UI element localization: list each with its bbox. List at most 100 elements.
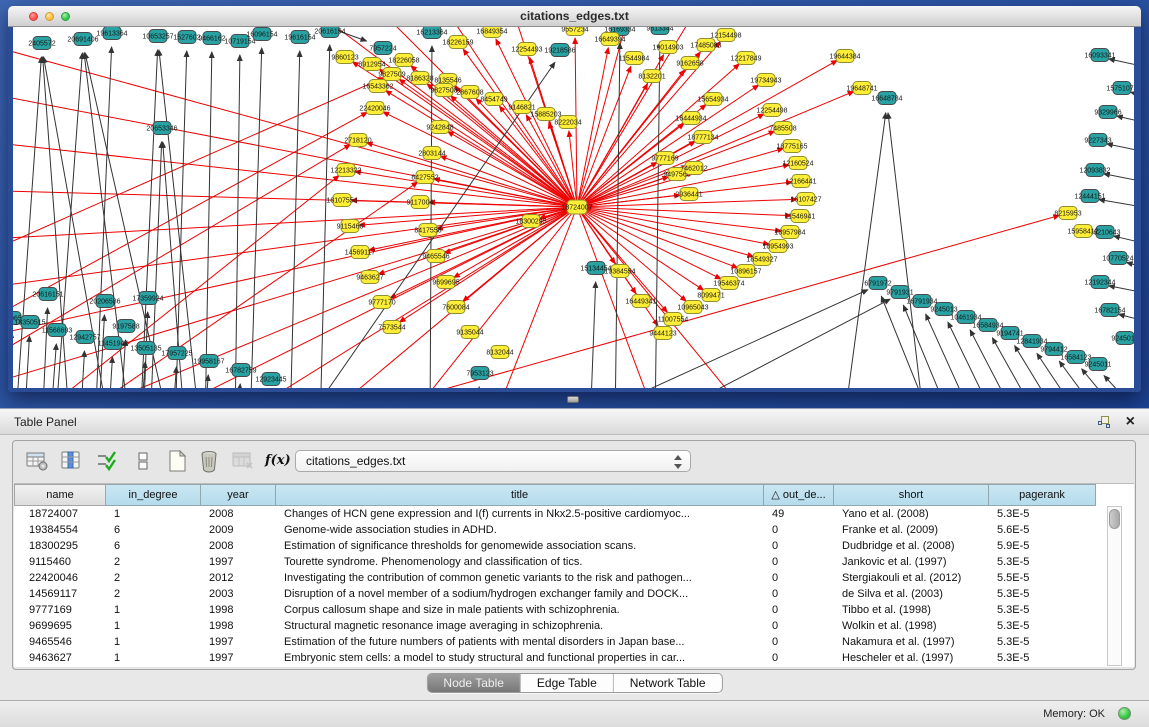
new-column-icon[interactable] bbox=[165, 449, 189, 473]
table-cell[interactable]: de Silva et al. (2003) bbox=[834, 586, 989, 602]
table-cell[interactable]: 2008 bbox=[201, 506, 276, 522]
network-window-titlebar[interactable]: citations_edges.txt bbox=[8, 6, 1141, 27]
table-cell[interactable]: Tourette syndrome. Phenomenology and cla… bbox=[276, 554, 764, 570]
table-cell[interactable]: 1998 bbox=[201, 618, 276, 634]
table-cell[interactable]: 5.3E-5 bbox=[989, 634, 1096, 650]
table-row[interactable]: 969969511998Structural magnetic resonanc… bbox=[14, 618, 1134, 634]
scrollbar-thumb[interactable] bbox=[1109, 509, 1120, 529]
split-divider-handle[interactable] bbox=[567, 396, 579, 403]
delete-table-icon[interactable] bbox=[231, 449, 255, 473]
column-header-5[interactable]: short bbox=[834, 484, 989, 506]
table-cell[interactable]: 0 bbox=[764, 602, 834, 618]
table-row[interactable]: 946554611997Estimation of the future num… bbox=[14, 634, 1134, 650]
table-cell[interactable]: 1 bbox=[106, 650, 201, 666]
table-cell[interactable]: Genome-wide association studies in ADHD. bbox=[276, 522, 764, 538]
table-cell[interactable]: 5.3E-5 bbox=[989, 650, 1096, 666]
table-cell[interactable]: Investigating the contribution of common… bbox=[276, 570, 764, 586]
table-cell[interactable]: 1997 bbox=[201, 554, 276, 570]
tab-network-table[interactable]: Network Table bbox=[613, 674, 722, 692]
table-cell[interactable]: Disruption of a novel member of a sodium… bbox=[276, 586, 764, 602]
table-cell[interactable]: 5.6E-5 bbox=[989, 522, 1096, 538]
table-cell[interactable]: 1997 bbox=[201, 634, 276, 650]
table-row[interactable]: 977716911998Corpus callosum shape and si… bbox=[14, 602, 1134, 618]
table-cell[interactable]: 2 bbox=[106, 586, 201, 602]
function-builder-icon[interactable]: f(x) bbox=[265, 449, 289, 473]
table-cell[interactable]: 2003 bbox=[201, 586, 276, 602]
table-cell[interactable]: Changes of HCN gene expression and I(f) … bbox=[276, 506, 764, 522]
table-cell[interactable]: 9463627 bbox=[14, 650, 106, 666]
table-cell[interactable]: 9699695 bbox=[14, 618, 106, 634]
table-cell[interactable]: 5.3E-5 bbox=[989, 586, 1096, 602]
table-cell[interactable]: 0 bbox=[764, 634, 834, 650]
delete-column-icon[interactable] bbox=[197, 449, 221, 473]
table-cell[interactable]: Jankovic et al. (1997) bbox=[834, 554, 989, 570]
table-cell[interactable]: 14569117 bbox=[14, 586, 106, 602]
table-cell[interactable]: 0 bbox=[764, 586, 834, 602]
select-columns-icon[interactable] bbox=[95, 449, 119, 473]
citation-network-graph[interactable]: 2405572206914061961336410653257152760294… bbox=[13, 27, 1134, 388]
column-header-6[interactable]: pagerank bbox=[989, 484, 1096, 506]
table-cell[interactable]: 9777169 bbox=[14, 602, 106, 618]
column-header-3[interactable]: title bbox=[276, 484, 764, 506]
table-row[interactable]: 2242004622012Investigating the contribut… bbox=[14, 570, 1134, 586]
maximize-window-button[interactable] bbox=[61, 12, 70, 21]
table-mode-icon[interactable] bbox=[25, 449, 49, 473]
table-cell[interactable]: 18300295 bbox=[14, 538, 106, 554]
table-row[interactable]: 946362711997Embryonic stem cells: a mode… bbox=[14, 650, 1134, 666]
table-cell[interactable]: Nakamura et al. (1997) bbox=[834, 634, 989, 650]
table-cell[interactable]: 0 bbox=[764, 554, 834, 570]
table-cell[interactable]: 22420046 bbox=[14, 570, 106, 586]
table-cell[interactable]: Hescheler et al. (1997) bbox=[834, 650, 989, 666]
close-window-button[interactable] bbox=[29, 12, 38, 21]
table-row[interactable]: 1872400712008Changes of HCN gene express… bbox=[14, 506, 1134, 522]
table-cell[interactable]: 1998 bbox=[201, 602, 276, 618]
column-header-2[interactable]: year bbox=[201, 484, 276, 506]
table-cell[interactable]: Structural magnetic resonance image aver… bbox=[276, 618, 764, 634]
rows-icon[interactable] bbox=[131, 449, 155, 473]
close-panel-icon[interactable]: × bbox=[1126, 412, 1135, 432]
table-cell[interactable]: Embryonic stem cells: a model to study s… bbox=[276, 650, 764, 666]
table-cell[interactable]: 2 bbox=[106, 570, 201, 586]
table-cell[interactable]: 2 bbox=[106, 554, 201, 570]
table-cell[interactable]: 19384554 bbox=[14, 522, 106, 538]
tab-node-table[interactable]: Node Table bbox=[427, 674, 520, 692]
table-cell[interactable]: 49 bbox=[764, 506, 834, 522]
table-cell[interactable]: Dudbridge et al. (2008) bbox=[834, 538, 989, 554]
table-cell[interactable]: 9115460 bbox=[14, 554, 106, 570]
table-cell[interactable]: Yano et al. (2008) bbox=[834, 506, 989, 522]
table-cell[interactable]: 0 bbox=[764, 570, 834, 586]
table-cell[interactable]: 5.3E-5 bbox=[989, 506, 1096, 522]
table-cell[interactable]: 5.3E-5 bbox=[989, 618, 1096, 634]
table-cell[interactable]: Estimation of the future numbers of pati… bbox=[276, 634, 764, 650]
table-row[interactable]: 1938455462009Genome-wide association stu… bbox=[14, 522, 1134, 538]
network-canvas[interactable]: 2405572206914061961336410653257152760294… bbox=[13, 27, 1134, 388]
minimize-window-button[interactable] bbox=[45, 12, 54, 21]
table-cell[interactable]: 1997 bbox=[201, 650, 276, 666]
table-cell[interactable]: 5.3E-5 bbox=[989, 602, 1096, 618]
table-cell[interactable]: 6 bbox=[106, 538, 201, 554]
table-cell[interactable]: Corpus callosum shape and size in male p… bbox=[276, 602, 764, 618]
table-cell[interactable]: 1 bbox=[106, 602, 201, 618]
table-cell[interactable]: 6 bbox=[106, 522, 201, 538]
table-cell[interactable]: 5.3E-5 bbox=[989, 554, 1096, 570]
table-cell[interactable]: 9465546 bbox=[14, 634, 106, 650]
table-cell[interactable]: 18724007 bbox=[14, 506, 106, 522]
float-panel-icon[interactable] bbox=[1098, 416, 1111, 429]
table-cell[interactable]: 1 bbox=[106, 506, 201, 522]
table-cell[interactable]: Estimation of significance thresholds fo… bbox=[276, 538, 764, 554]
table-cell[interactable]: 2008 bbox=[201, 538, 276, 554]
table-cell[interactable]: 5.9E-5 bbox=[989, 538, 1096, 554]
table-row[interactable]: 1830029562008Estimation of significance … bbox=[14, 538, 1134, 554]
vertical-scrollbar[interactable] bbox=[1107, 506, 1122, 666]
table-row[interactable]: 1456911722003Disruption of a novel membe… bbox=[14, 586, 1134, 602]
table-cell[interactable]: 2012 bbox=[201, 570, 276, 586]
column-header-4[interactable]: △ out_de... bbox=[764, 484, 834, 506]
column-header-0[interactable]: name bbox=[14, 484, 106, 506]
tab-edge-table[interactable]: Edge Table bbox=[520, 674, 613, 692]
show-columns-icon[interactable] bbox=[59, 449, 83, 473]
table-cell[interactable]: Stergiakouli et al. (2012) bbox=[834, 570, 989, 586]
table-cell[interactable]: 0 bbox=[764, 522, 834, 538]
table-cell[interactable]: 0 bbox=[764, 650, 834, 666]
table-cell[interactable]: Tibbo et al. (1998) bbox=[834, 602, 989, 618]
table-cell[interactable]: 1 bbox=[106, 618, 201, 634]
